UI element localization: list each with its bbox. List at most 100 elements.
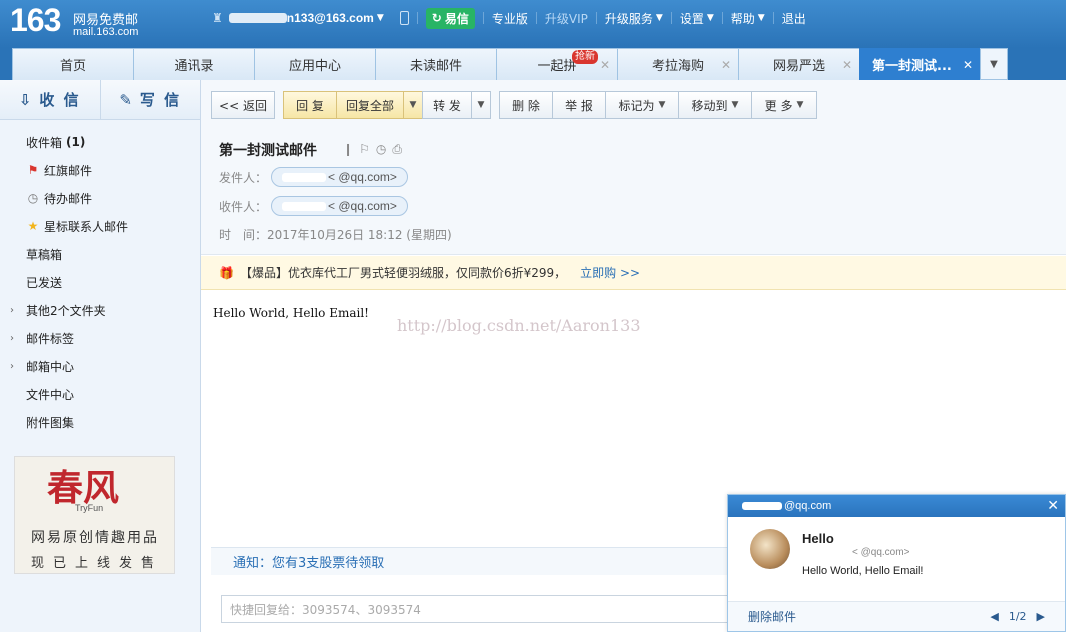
hot-badge: 抢新 xyxy=(572,50,598,64)
tab-contacts[interactable]: 通讯录 xyxy=(133,48,255,80)
chevron-down-icon: ▼ xyxy=(409,100,417,110)
promo-bar: 🎁 【爆品】优衣库代工厂男式轻便羽绒服，仅同款价6折¥299， 立即购 >> xyxy=(201,256,1066,290)
time-label: 时 间： xyxy=(219,228,268,242)
sidebar-item-drafts[interactable]: 草稿箱 xyxy=(0,240,200,268)
delete-button[interactable]: 删 除 xyxy=(499,91,553,119)
tab-label: 应用中心 xyxy=(288,59,341,74)
yixin-button[interactable]: ↻ 易信 xyxy=(425,7,475,29)
folder-label: 星标联系人邮件 xyxy=(44,219,129,234)
popup-delete-link[interactable]: 删除邮件 xyxy=(748,608,796,625)
folder-label: 邮箱中心 xyxy=(26,359,75,374)
redacted-area xyxy=(282,172,327,182)
promo-text: 【爆品】优衣库代工厂男式轻便羽绒服，仅同款价6折¥299， xyxy=(239,266,567,280)
close-icon[interactable]: ✕ xyxy=(963,58,973,72)
mobile-link[interactable] xyxy=(392,11,417,25)
tab-unread[interactable]: 未读邮件 xyxy=(375,48,497,80)
pro-link[interactable]: 专业版 xyxy=(484,10,536,27)
back-button[interactable]: << 返回 xyxy=(211,91,275,119)
more-menu[interactable]: 更 多 ▼ xyxy=(751,91,817,119)
redacted-area xyxy=(742,502,782,510)
recipient-pill[interactable]: < @qq.com> xyxy=(271,196,408,216)
sidebar-ad[interactable]: 春风 TryFun 网易原创情趣用品 现已上线发售 xyxy=(14,456,175,574)
upgrade-menu[interactable]: 升级服务 ▼ xyxy=(597,10,671,27)
folder-label: 邮件标签 xyxy=(26,331,75,346)
tab-home[interactable]: 首页 xyxy=(12,48,134,80)
quick-reply-input[interactable]: 快捷回复给：3093574、3093574 xyxy=(221,595,741,623)
chevron-down-icon: ▼ xyxy=(796,100,804,110)
tab-yanxuan[interactable]: 网易严选 ✕ xyxy=(738,48,860,80)
mark-as-menu[interactable]: 标记为 ▼ xyxy=(605,91,679,119)
sidebar-item-todo[interactable]: ◷ 待办邮件 xyxy=(0,184,200,212)
sender-address: < @qq.com> xyxy=(328,170,397,184)
chevron-down-icon: ▼ xyxy=(477,100,485,110)
redacted-area xyxy=(228,13,287,23)
popup-pager: ◀ 1/2 ▶ xyxy=(990,610,1045,623)
tab-label: 网易严选 xyxy=(772,59,825,74)
sidebar-item-inbox[interactable]: 收件箱 (1) xyxy=(0,128,200,156)
move-to-menu[interactable]: 移动到 ▼ xyxy=(678,91,752,119)
logout-link[interactable]: 退出 xyxy=(774,10,814,27)
popup-header: @qq.com ✕ xyxy=(728,495,1065,517)
help-menu[interactable]: 帮助 ▼ xyxy=(723,10,773,27)
vip-link[interactable]: 升级VIP xyxy=(537,10,596,27)
compose-row: ⇩ 收 信 ✎ 写 信 xyxy=(0,80,200,120)
forward-button[interactable]: 转 发 xyxy=(422,91,472,119)
sidebar-item-file-center[interactable]: 文件中心 xyxy=(0,380,200,408)
close-icon[interactable]: ✕ xyxy=(842,58,852,72)
from-row: 发件人： < @qq.com> xyxy=(219,167,408,187)
sidebar-item-other-folders[interactable]: › 其他2个文件夹 xyxy=(0,296,200,324)
promo-link[interactable]: 立即购 >> xyxy=(580,264,640,281)
tab-current-mail[interactable]: 第一封测试... ✕ xyxy=(859,48,981,80)
folder-label: 附件图集 xyxy=(26,415,75,430)
sidebar-item-flagged[interactable]: ⚑ 红旗邮件 xyxy=(0,156,200,184)
ad-line: 网易原创情趣用品 xyxy=(31,530,159,546)
tab-more-button[interactable]: ▼ xyxy=(980,48,1008,80)
chevron-down-icon: ▼ xyxy=(990,58,998,70)
next-icon[interactable]: ▶ xyxy=(1037,610,1045,623)
prev-icon[interactable]: ◀ xyxy=(990,610,998,623)
ad-subtitle: TryFun xyxy=(75,503,104,513)
close-icon[interactable]: ✕ xyxy=(1047,497,1059,514)
popup-subject[interactable]: Hello xyxy=(802,531,834,546)
bookmark-icon[interactable]: ❙ xyxy=(343,142,353,157)
tab-apps[interactable]: 应用中心 xyxy=(254,48,376,80)
print-icon[interactable]: ⎙ xyxy=(392,142,402,157)
reply-all-button[interactable]: 回复全部 xyxy=(336,91,404,119)
forward-dropdown[interactable]: ▼ xyxy=(471,91,491,119)
user-account[interactable]: ♜ n133@163.com ▼ xyxy=(204,11,392,25)
write-label: 写 信 xyxy=(139,91,182,109)
sidebar-item-starred[interactable]: ★ 星标联系人邮件 xyxy=(0,212,200,240)
close-icon[interactable]: ✕ xyxy=(600,58,610,72)
folder-list: 收件箱 (1) ⚑ 红旗邮件 ◷ 待办邮件 ★ 星标联系人邮件 草稿箱 已发送 › 其他2… xyxy=(0,120,200,436)
clock-icon[interactable]: ◷ xyxy=(376,142,386,157)
reply-button[interactable]: 回 复 xyxy=(283,91,337,119)
star-icon: ★ xyxy=(27,219,39,233)
chevron-right-icon: › xyxy=(10,360,14,372)
write-button[interactable]: ✎ 写 信 xyxy=(99,80,201,119)
report-button[interactable]: 举 报 xyxy=(552,91,606,119)
recipient-address: < @qq.com> xyxy=(328,199,397,213)
sidebar: ⇩ 收 信 ✎ 写 信 收件箱 (1) ⚑ 红旗邮件 ◷ 待办邮件 ★ 星标联系人邮件 草稿… xyxy=(0,80,201,632)
sidebar-item-labels[interactable]: › 邮件标签 xyxy=(0,324,200,352)
flag-outline-icon[interactable]: ⚐ xyxy=(359,142,370,157)
folder-label: 红旗邮件 xyxy=(44,163,93,178)
close-icon[interactable]: ✕ xyxy=(721,58,731,72)
tab-label: 通讯录 xyxy=(174,59,214,74)
unread-count: (1) xyxy=(66,135,86,149)
settings-menu[interactable]: 设置 ▼ xyxy=(672,10,722,27)
notice-link[interactable]: 通知：您有3支股票待领取 xyxy=(211,547,741,575)
sidebar-item-sent[interactable]: 已发送 xyxy=(0,268,200,296)
chevron-down-icon: ▼ xyxy=(655,13,663,23)
folder-label: 收件箱 xyxy=(26,135,63,150)
yixin-label: 易信 xyxy=(444,11,469,26)
sender-pill[interactable]: < @qq.com> xyxy=(271,167,408,187)
logo-number[interactable]: 163 xyxy=(10,2,61,39)
sidebar-item-attachments[interactable]: 附件图集 xyxy=(0,408,200,436)
folder-label: 草稿箱 xyxy=(26,247,63,262)
time-row: 时 间： 2017年10月26日 18:12 (星期四) xyxy=(219,226,452,243)
sidebar-item-mail-center[interactable]: › 邮箱中心 xyxy=(0,352,200,380)
tab-pin[interactable]: 一起拼 ✕ xyxy=(496,48,618,80)
reply-dropdown[interactable]: ▼ xyxy=(403,91,423,119)
tab-kaola[interactable]: 考拉海购 ✕ xyxy=(617,48,739,80)
receive-button[interactable]: ⇩ 收 信 xyxy=(0,80,100,119)
